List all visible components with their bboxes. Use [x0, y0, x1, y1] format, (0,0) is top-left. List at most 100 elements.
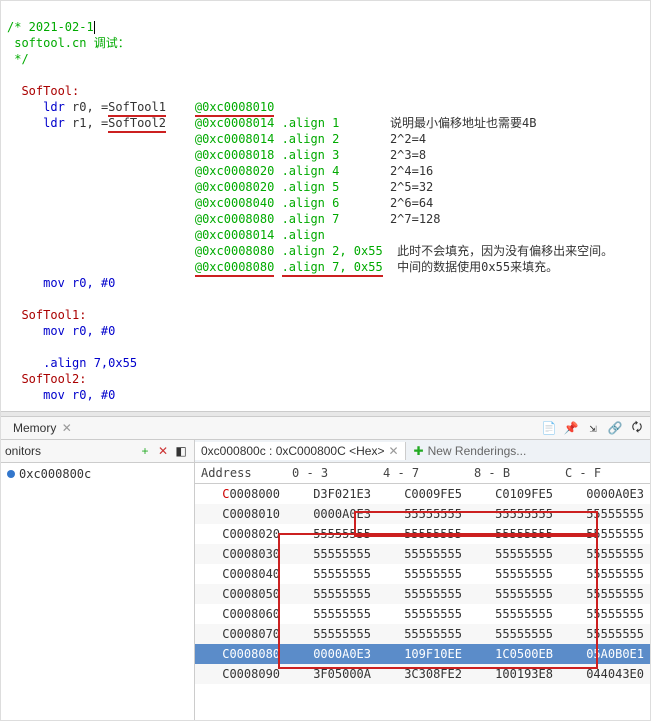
label-softool1: SofTool1: [21, 308, 86, 322]
hex-row[interactable]: C000802055555555555555555555555555555555 [195, 524, 650, 544]
mnemonic: ldr [43, 116, 65, 130]
hex-cell[interactable]: 55555555 [559, 504, 650, 524]
bullet-icon [7, 470, 15, 478]
hex-cell[interactable]: 55555555 [286, 624, 377, 644]
hex-cell[interactable]: 55555555 [377, 604, 468, 624]
hex-address: C0008010 [195, 504, 286, 524]
hex-address: C0008080 [195, 644, 286, 664]
hex-row[interactable]: C000803055555555555555555555555555555555 [195, 544, 650, 564]
hex-cell[interactable]: 55555555 [377, 564, 468, 584]
hex-row[interactable]: C000807055555555555555555555555555555555 [195, 624, 650, 644]
mov-instr: mov r0, #0 [43, 388, 115, 402]
label-softool2: SofTool2: [21, 372, 86, 386]
import-icon[interactable]: ⇲ [584, 419, 602, 437]
hex-column-header[interactable]: 4 - 7 [377, 463, 468, 484]
annotation-addr: @0xc0008080 [195, 244, 274, 258]
hex-cell[interactable]: 55555555 [468, 544, 559, 564]
hex-column-header[interactable]: 8 - B [468, 463, 559, 484]
hex-cell[interactable]: 109F10EE [377, 644, 468, 664]
annotation-addr: @0xc0008080 [195, 212, 274, 226]
hex-row[interactable]: C0008000D3F021E3C0009FE5C0109FE50000A0E3 [195, 484, 650, 505]
hex-cell[interactable]: 55555555 [286, 524, 377, 544]
hex-cell[interactable]: 55555555 [468, 624, 559, 644]
hex-cell[interactable]: C0009FE5 [377, 484, 468, 505]
align-dir: .align 2 [282, 132, 340, 146]
hex-cell[interactable]: D3F021E3 [286, 484, 377, 505]
hex-cell[interactable]: 55555555 [377, 544, 468, 564]
monitors-header: onitors [5, 444, 41, 458]
hex-cell[interactable]: 3C308FE2 [377, 664, 468, 684]
hex-address: C0008000 [195, 484, 286, 505]
hex-cell[interactable]: 55555555 [377, 584, 468, 604]
new-tab-icon[interactable]: 📄 [540, 419, 558, 437]
hex-cell[interactable]: 55555555 [559, 544, 650, 564]
hex-table[interactable]: Address0 - 34 - 78 - BC - FC0008000D3F02… [195, 463, 650, 721]
hex-cell[interactable]: 55555555 [377, 504, 468, 524]
hex-row[interactable]: C000806055555555555555555555555555555555 [195, 604, 650, 624]
align-dir: .align 2, 0x55 [282, 244, 383, 258]
align-dir: .align 7, 0x55 [282, 260, 383, 277]
new-renderings-tab[interactable]: ✚ New Renderings... [406, 442, 535, 460]
align-dir: .align 1 [282, 116, 340, 130]
add-icon[interactable]: + [136, 442, 154, 460]
hex-cell[interactable]: 55555555 [377, 624, 468, 644]
hex-cell[interactable]: 55555555 [286, 584, 377, 604]
refresh-icon[interactable]: 🗘 [628, 419, 646, 437]
hex-cell[interactable]: 55555555 [286, 544, 377, 564]
hex-column-header[interactable]: 0 - 3 [286, 463, 377, 484]
hex-cell[interactable]: 55555555 [468, 604, 559, 624]
hex-rendering-tab[interactable]: 0xc000800c : 0xC000800C <Hex>✕ [195, 442, 406, 460]
hex-cell[interactable]: 3F05000A [286, 664, 377, 684]
hex-row[interactable]: C000804055555555555555555555555555555555 [195, 564, 650, 584]
hex-cell[interactable]: 55555555 [468, 564, 559, 584]
hex-row[interactable]: C00080903F05000A3C308FE2100193E8044043E0 [195, 664, 650, 684]
close-icon[interactable]: ✕ [388, 444, 398, 458]
annotation-addr: @0xc0008020 [195, 164, 274, 178]
remove-icon[interactable]: ✕ [154, 442, 172, 460]
monitor-address: 0xc000800c [19, 467, 91, 481]
memory-tab[interactable]: Memory ✕ [5, 419, 80, 437]
memory-rendering-pane: 0xc000800c : 0xC000800C <Hex>✕ ✚ New Ren… [195, 440, 650, 721]
hex-cell[interactable]: 55555555 [559, 624, 650, 644]
hex-row[interactable]: C00080100000A0E3555555555555555555555555 [195, 504, 650, 524]
toggle-icon[interactable]: ◧ [172, 442, 190, 460]
hex-cell[interactable]: 1C0500EB [468, 644, 559, 664]
hex-cell[interactable]: 55555555 [559, 604, 650, 624]
code-editor[interactable]: /* 2021-02-1 softool.cn 调试： */ SofTool: … [1, 1, 650, 411]
hex-cell[interactable]: 044043E0 [559, 664, 650, 684]
hex-cell[interactable]: C0109FE5 [468, 484, 559, 505]
hex-cell[interactable]: 0000A0E3 [559, 484, 650, 505]
hex-cell[interactable]: 100193E8 [468, 664, 559, 684]
hex-cell[interactable]: 0000A0E3 [286, 504, 377, 524]
hex-cell[interactable]: 55555555 [468, 504, 559, 524]
hex-cell[interactable]: 55555555 [377, 524, 468, 544]
hex-address: C0008020 [195, 524, 286, 544]
symbol-softool1: SofTool1 [108, 100, 166, 117]
monitor-item[interactable]: 0xc000800c [7, 467, 188, 481]
hex-row[interactable]: C00080800000A0E3109F10EE1C0500EB05A0B0E1 [195, 644, 650, 664]
annotation-addr: @0xc0008020 [195, 180, 274, 194]
hex-cell[interactable]: 55555555 [468, 584, 559, 604]
hex-cell[interactable]: 55555555 [559, 584, 650, 604]
hex-cell[interactable]: 55555555 [559, 564, 650, 584]
hex-row[interactable]: C000805055555555555555555555555555555555 [195, 584, 650, 604]
hex-cell[interactable]: 05A0B0E1 [559, 644, 650, 664]
hex-cell[interactable]: 55555555 [286, 564, 377, 584]
hex-column-header[interactable]: Address [195, 463, 286, 484]
hex-cell[interactable]: 55555555 [286, 604, 377, 624]
comment-line: */ [7, 52, 29, 66]
close-icon[interactable]: ✕ [62, 421, 72, 435]
hex-cell[interactable]: 55555555 [559, 524, 650, 544]
align-note: 2^5=32 [390, 180, 433, 194]
pin-icon[interactable]: 📌 [562, 419, 580, 437]
operands: r1, = [72, 116, 108, 130]
label-softool: SofTool: [21, 84, 79, 98]
align-note: 2^4=16 [390, 164, 433, 178]
link-icon[interactable]: 🔗 [606, 419, 624, 437]
hex-column-header[interactable]: C - F [559, 463, 650, 484]
hex-cell[interactable]: 0000A0E3 [286, 644, 377, 664]
hex-address: C0008060 [195, 604, 286, 624]
hex-address: C0008090 [195, 664, 286, 684]
hex-cell[interactable]: 55555555 [468, 524, 559, 544]
align-note: 说明最小偏移地址也需要4B [390, 116, 536, 130]
